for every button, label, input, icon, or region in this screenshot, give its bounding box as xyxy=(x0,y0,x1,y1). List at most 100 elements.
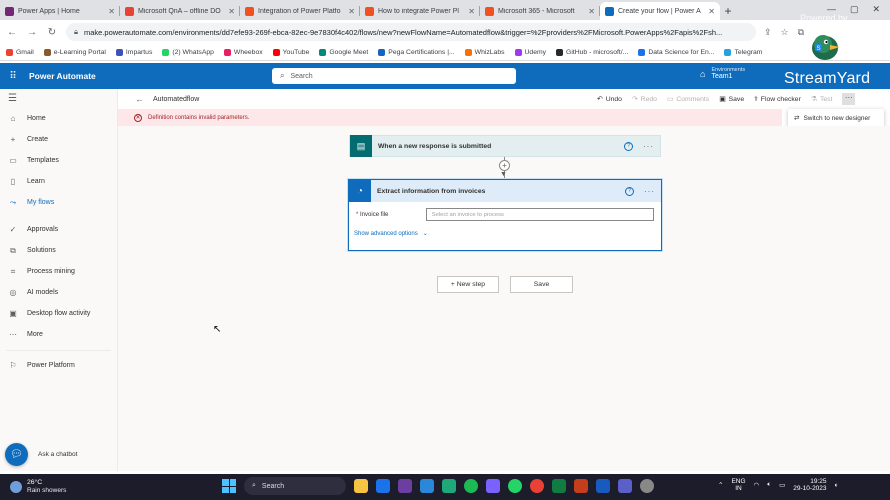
hamburger-menu-icon[interactable]: ☰ xyxy=(0,89,117,108)
bookmark-item[interactable]: Google Meet xyxy=(319,48,368,56)
bookmark-item[interactable]: e-Learning Portal xyxy=(43,48,106,56)
mail-icon[interactable] xyxy=(376,479,390,493)
new-tab-button[interactable]: + xyxy=(720,2,736,20)
edge-icon[interactable] xyxy=(442,479,456,493)
taskbar-search[interactable]: ⌕ Search xyxy=(244,477,346,495)
browser-tab[interactable]: Power Apps | Home ✕ xyxy=(0,2,120,20)
close-tab-icon[interactable]: ✕ xyxy=(588,7,595,16)
insert-step-icon[interactable]: + xyxy=(499,160,510,171)
bookmark-item[interactable]: Pega Certifications |... xyxy=(378,48,455,56)
maximize-icon[interactable]: ▢ xyxy=(850,4,859,15)
volume-icon[interactable]: 🔈︎ xyxy=(767,481,771,489)
more-options-icon[interactable]: ⋯ xyxy=(842,93,856,105)
invoice-file-input[interactable]: Select an invoice to process xyxy=(425,208,654,221)
undo-button[interactable]: ↶ Undo xyxy=(597,95,622,104)
file-explorer-icon[interactable] xyxy=(354,479,368,493)
browser-tab-active[interactable]: Create your flow | Power A ✕ xyxy=(600,2,720,20)
whatsapp-icon[interactable] xyxy=(508,479,522,493)
excel-icon[interactable] xyxy=(552,479,566,493)
media-icon[interactable] xyxy=(398,479,412,493)
teams-icon[interactable] xyxy=(618,479,632,493)
store-icon[interactable] xyxy=(420,479,434,493)
command-actions: ↶ Undo ↷ Redo ▭ Comments ▣ Save ⚕ Flow checke… xyxy=(597,89,856,109)
language-indicator[interactable]: ENG IN xyxy=(731,478,745,492)
weather-widget[interactable]: 26°C Rain showers xyxy=(0,479,66,494)
bookmark-item[interactable]: Udemy xyxy=(514,48,546,56)
search-input[interactable]: ⌕ Search xyxy=(272,68,516,84)
bookmark-item[interactable]: Data Science for En... xyxy=(638,48,714,56)
close-tab-icon[interactable]: ✕ xyxy=(708,7,715,16)
nav-item-power-platform[interactable]: ⚐ Power Platform xyxy=(0,355,117,376)
bookmark-item[interactable]: Telegram xyxy=(724,48,762,56)
reload-icon[interactable]: ↻ xyxy=(46,27,58,38)
clock[interactable]: 19:25 29-10-2023 xyxy=(793,478,826,493)
action-card-header[interactable]: ◔ Extract information from invoices ? ··… xyxy=(349,180,661,202)
trigger-card[interactable]: ▤ When a new response is submitted ? ··· xyxy=(349,135,661,157)
battery-icon[interactable]: ▭ xyxy=(779,481,785,489)
nav-item-solutions[interactable]: ⧉ Solutions xyxy=(0,240,117,261)
chrome-icon[interactable] xyxy=(530,479,544,493)
comments-button[interactable]: ▭ Comments xyxy=(667,95,709,104)
bookmark-item[interactable]: YouTube xyxy=(272,48,309,56)
extensions-icon[interactable]: ⧉ xyxy=(798,27,804,38)
nav-item-create[interactable]: + Create xyxy=(0,129,117,150)
nav-item-home[interactable]: ⌂ Home xyxy=(0,108,117,129)
help-icon[interactable]: ? xyxy=(625,186,634,196)
url-field[interactable]: 🔒︎ make.powerautomate.com/environments/d… xyxy=(66,23,756,41)
bookmark-item[interactable]: (2) WhatsApp xyxy=(162,48,214,56)
browser-tab[interactable]: Microsoft 365 - Microsoft ✕ xyxy=(480,2,600,20)
star-icon[interactable]: ☆ xyxy=(780,27,788,38)
test-button[interactable]: ⚗ Test xyxy=(811,95,833,104)
bookmark-item[interactable]: GitHub - microsoft/... xyxy=(556,48,628,56)
help-icon[interactable]: ? xyxy=(624,141,633,151)
browser-tab[interactable]: Microsoft QnA – offline DO ✕ xyxy=(120,2,240,20)
spotify-icon[interactable] xyxy=(464,479,478,493)
nav-item-process-mining[interactable]: ⌗ Process mining xyxy=(0,261,117,282)
settings-icon[interactable] xyxy=(640,479,654,493)
close-tab-icon[interactable]: ✕ xyxy=(108,7,115,16)
wifi-icon[interactable]: ◠ xyxy=(754,481,760,489)
action-card[interactable]: ◔ Extract information from invoices ? ··… xyxy=(348,179,662,251)
environment-picker[interactable]: ⌂ Environments Team1 xyxy=(700,67,745,81)
windows-start-icon[interactable] xyxy=(222,479,236,493)
back-arrow-icon[interactable]: ← xyxy=(135,94,144,104)
save-button[interactable]: ▣ Save xyxy=(719,95,744,104)
powerpoint-icon[interactable] xyxy=(574,479,588,493)
close-tab-icon[interactable]: ✕ xyxy=(468,7,475,16)
nav-item-ai-models[interactable]: ◎ AI models xyxy=(0,282,117,303)
nav-item-more[interactable]: ⋯ More xyxy=(0,324,117,345)
redo-button[interactable]: ↷ Redo xyxy=(632,95,657,104)
close-window-icon[interactable]: ✕ xyxy=(872,4,880,15)
nav-item-my-flows[interactable]: ⤳ My flows xyxy=(0,192,117,213)
browser-tab[interactable]: Integration of Power Platfo ✕ xyxy=(240,2,360,20)
close-tab-icon[interactable]: ✕ xyxy=(348,7,355,16)
bookmark-item[interactable]: Impartus xyxy=(115,48,152,56)
nav-item-learn[interactable]: ▯ Learn xyxy=(0,171,117,192)
close-tab-icon[interactable]: ✕ xyxy=(228,7,235,16)
more-icon[interactable]: ··· xyxy=(643,142,654,151)
browser-tab[interactable]: How to integrate Power Pl ✕ xyxy=(360,2,480,20)
flow-checker-button[interactable]: ⚕ Flow checker xyxy=(754,95,801,104)
bookmark-item[interactable]: WhizLabs xyxy=(464,48,505,56)
more-icon[interactable]: ··· xyxy=(644,187,655,196)
app-name[interactable]: Power Automate xyxy=(29,71,96,81)
nav-item-approvals[interactable]: ✓ Approvals xyxy=(0,219,117,240)
nav-item-desktop-flow-activity[interactable]: ▣ Desktop flow activity xyxy=(0,303,117,324)
new-step-button[interactable]: + New step xyxy=(437,276,499,293)
show-advanced-options-link[interactable]: Show advanced options ⌄ xyxy=(349,221,661,238)
app-launcher-icon[interactable]: ⠿ xyxy=(0,71,26,82)
notifications-icon[interactable]: ◐ xyxy=(835,482,839,489)
flow-name[interactable]: Automatedflow xyxy=(153,96,199,103)
chatbot-launcher[interactable]: 💬︎ Ask a chatbot xyxy=(5,443,77,466)
app-icon[interactable] xyxy=(486,479,500,493)
bookmark-item[interactable]: Wheebox xyxy=(223,48,263,56)
bookmark-item[interactable]: Gmail xyxy=(6,48,34,56)
share-icon[interactable]: ⇪ xyxy=(764,27,772,38)
switch-designer-button[interactable]: ⇄ Switch to new designer xyxy=(788,109,884,127)
word-icon[interactable] xyxy=(596,479,610,493)
forward-icon[interactable]: → xyxy=(26,27,38,38)
save-flow-button[interactable]: Save xyxy=(510,276,573,293)
chevron-up-icon[interactable]: ⌃ xyxy=(718,481,723,489)
back-icon[interactable]: ← xyxy=(6,27,18,38)
nav-item-templates[interactable]: ▭ Templates xyxy=(0,150,117,171)
